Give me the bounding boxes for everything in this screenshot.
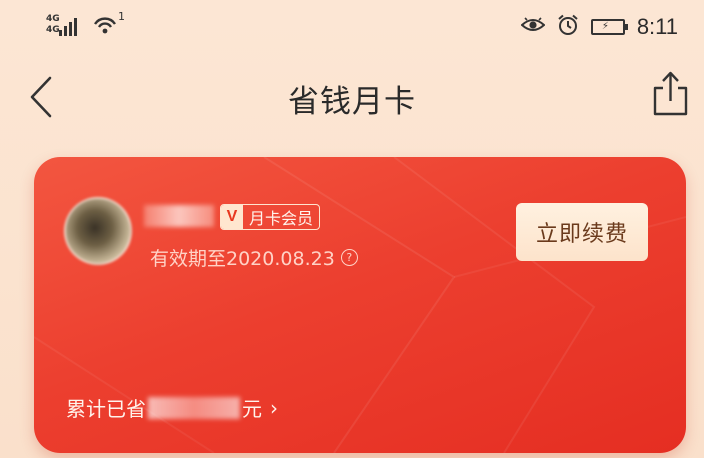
avatar[interactable] (64, 197, 132, 265)
saved-amount-redacted (148, 396, 240, 419)
eye-icon (520, 16, 546, 38)
share-icon (653, 71, 688, 116)
help-icon[interactable]: ? (340, 249, 358, 266)
network-type-label: 4G (46, 14, 60, 24)
share-button[interactable] (650, 68, 690, 118)
nav-bar: 省钱月卡 (0, 62, 704, 132)
saved-suffix: 元 (242, 397, 262, 421)
renew-button[interactable]: 立即续费 (516, 203, 648, 261)
membership-card: V 月卡会员 有效期至2020.08.23 ? 立即续费 累计已省 元 › (34, 157, 686, 453)
status-left: 4G 4G 1 (46, 10, 125, 38)
page-title: 省钱月卡 (288, 84, 416, 120)
member-badge: V 月卡会员 (220, 204, 321, 230)
saved-prefix: 累计已省 (66, 397, 146, 421)
username-redacted (144, 205, 214, 227)
chevron-right-icon: › (270, 395, 278, 420)
alarm-icon (557, 14, 579, 40)
status-right: ⚡ 8:11 (520, 14, 678, 40)
vip-icon: V (221, 205, 243, 229)
screen: 4G 4G 1 ⚡ 8:11 省钱月卡 V 月卡会员 有效期至2020.08.2… (0, 0, 704, 458)
battery-charging-icon: ⚡ (590, 19, 628, 35)
status-time: 8:11 (636, 14, 678, 39)
wifi-badge: 1 (118, 10, 125, 23)
expiry-text: 有效期至2020.08.23 (150, 248, 335, 270)
signal-icon: 4G 4G (46, 12, 82, 38)
signal-bars (59, 16, 77, 36)
expiry-row: 有效期至2020.08.23 ? (150, 244, 358, 271)
network-type-sub-label: 4G (46, 25, 60, 35)
wifi-icon: 1 (92, 10, 125, 38)
total-saved-link[interactable]: 累计已省 元 › (66, 393, 278, 422)
status-bar: 4G 4G 1 ⚡ 8:11 (0, 0, 704, 56)
member-badge-label: 月卡会员 (249, 209, 314, 228)
